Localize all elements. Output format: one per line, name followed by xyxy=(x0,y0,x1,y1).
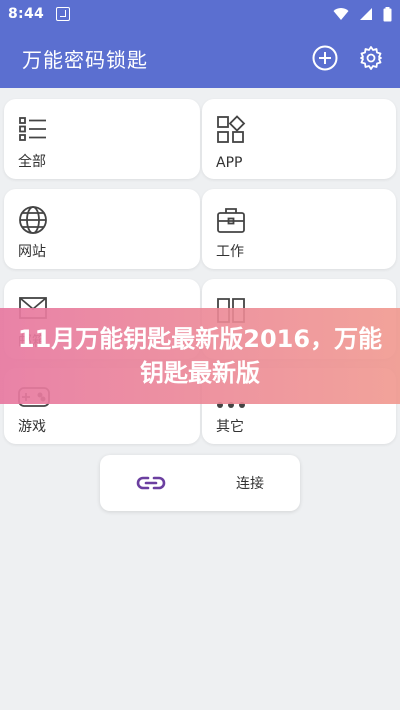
app-bar: 万能密码锁匙 xyxy=(0,28,400,88)
category-label: 其它 xyxy=(216,419,244,435)
category-label: APP xyxy=(216,155,243,171)
status-time: 8:44 xyxy=(8,6,45,22)
app-bar-actions xyxy=(312,45,384,71)
signal-icon xyxy=(359,7,373,21)
list-icon xyxy=(18,115,48,147)
globe-icon xyxy=(18,205,48,239)
category-label: 网站 xyxy=(18,244,46,260)
category-card-website[interactable]: 网站 xyxy=(4,189,200,269)
connect-label: 连接 xyxy=(236,476,264,492)
status-icons xyxy=(333,6,392,22)
category-card-all[interactable]: 全部 xyxy=(4,99,200,179)
category-card-work[interactable]: 工作 xyxy=(202,189,396,269)
battery-icon xyxy=(383,6,392,22)
link-icon xyxy=(136,475,166,491)
app-title: 万能密码锁匙 xyxy=(22,47,148,72)
category-label: 工作 xyxy=(216,244,244,260)
overlay-banner: 11月万能钥匙最新版2016，万能钥匙最新版 xyxy=(0,308,400,404)
wifi-icon xyxy=(333,7,349,21)
apps-icon xyxy=(216,115,246,149)
settings-icon[interactable] xyxy=(358,45,384,71)
status-bar: 8:44 xyxy=(0,0,400,28)
category-label: 全部 xyxy=(18,154,46,170)
overlay-text: 11月万能钥匙最新版2016，万能钥匙最新版 xyxy=(17,325,383,387)
notification-icon xyxy=(56,7,71,21)
add-icon[interactable] xyxy=(312,45,338,71)
category-card-app[interactable]: APP xyxy=(202,99,396,179)
connect-button[interactable]: 连接 xyxy=(100,455,300,511)
briefcase-icon xyxy=(216,205,246,239)
category-label: 游戏 xyxy=(18,419,46,435)
